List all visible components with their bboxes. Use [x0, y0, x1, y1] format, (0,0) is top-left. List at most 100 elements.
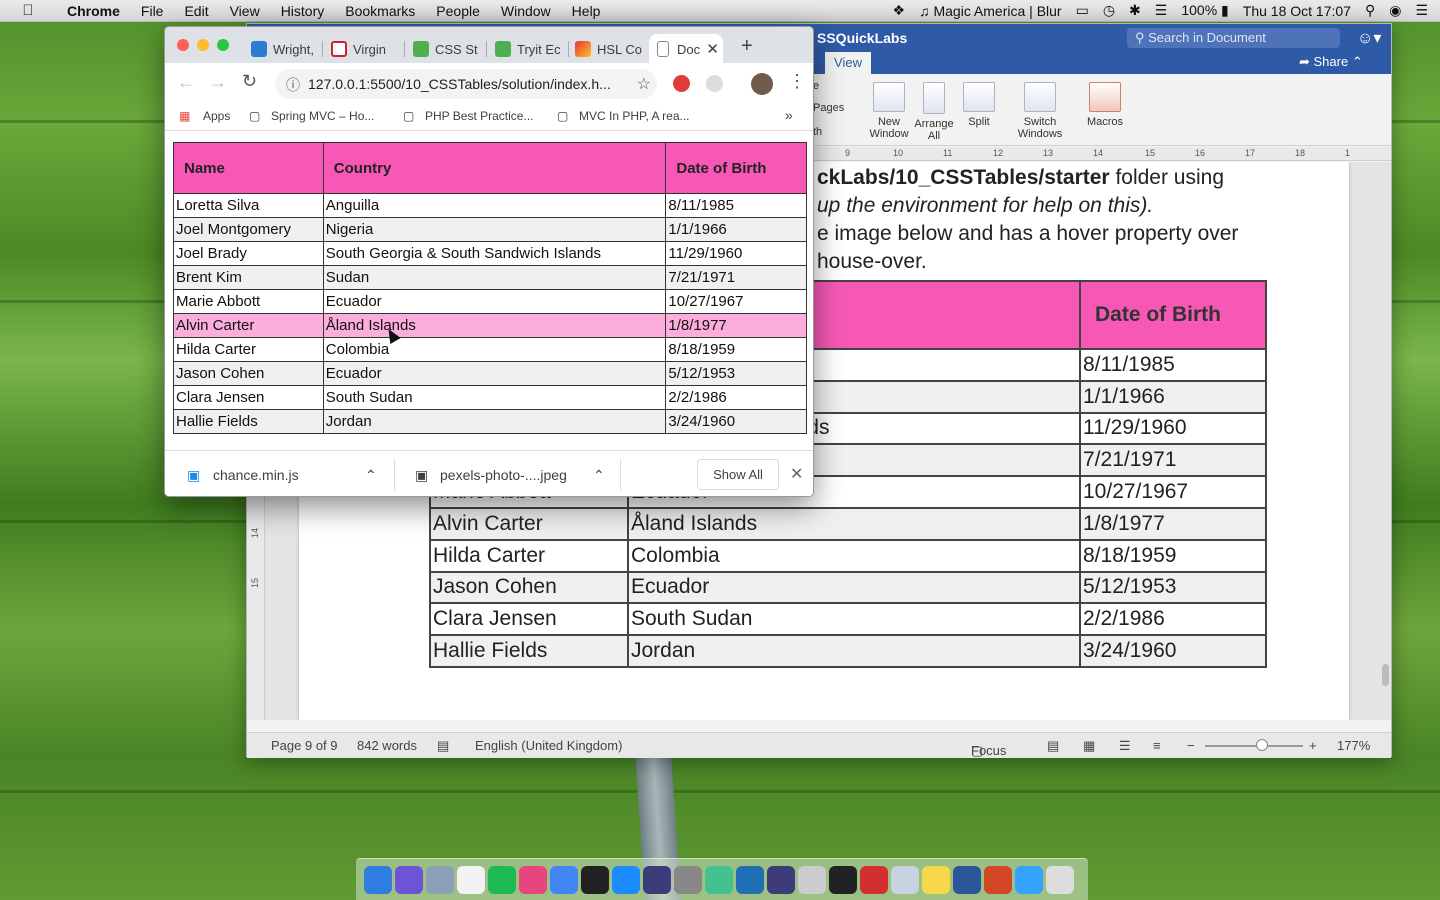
share-button[interactable]: ➦ Share ⌃ [1299, 54, 1363, 70]
table-row[interactable]: Loretta Silva Anguilla 8/11/1985 [173, 193, 807, 218]
system-prefs-icon[interactable] [673, 865, 702, 894]
word-count[interactable]: 842 words [357, 738, 417, 753]
chevron-up-icon[interactable]: ⌃ [593, 467, 605, 484]
reload-button[interactable]: ↻ [242, 71, 257, 92]
menu-bookmarks[interactable]: Bookmarks [334, 3, 425, 19]
extension-icon[interactable] [706, 75, 723, 92]
menu-file[interactable]: File [130, 3, 174, 19]
table-row[interactable]: Hilda Carter Colombia 8/18/1959 [173, 337, 807, 362]
finder-icon[interactable] [363, 865, 392, 894]
chevron-up-icon[interactable]: ⌃ [365, 467, 377, 484]
airplay-icon[interactable]: ▭ [1076, 2, 1089, 19]
bookmark-apps[interactable]: Apps [203, 109, 230, 123]
wifi-icon[interactable]: ☰ [1155, 2, 1168, 19]
bookmark-spring-mvc[interactable]: Spring MVC – Ho... [271, 109, 374, 123]
eclipse-2-icon[interactable] [766, 865, 795, 894]
menu-window[interactable]: Window [490, 3, 561, 19]
language-label[interactable]: English (United Kingdom) [475, 738, 622, 753]
tab-view[interactable]: View [825, 52, 871, 74]
chrome-icon[interactable] [549, 865, 578, 894]
collapse-ribbon-icon[interactable]: ⌃ [1352, 54, 1363, 69]
spotlight-icon[interactable]: ⚲ [1365, 2, 1375, 19]
apps-grid-icon[interactable]: ▦ [179, 109, 190, 123]
smiley-feedback-icon[interactable]: ☺▾ [1357, 28, 1381, 48]
s-app-icon[interactable] [580, 865, 609, 894]
new-tab-button[interactable]: + [741, 35, 753, 58]
itunes-icon[interactable] [518, 865, 547, 894]
close-window-button[interactable] [177, 39, 189, 51]
tab-doc-active[interactable]: Doc ✕ [649, 34, 723, 63]
download-item-pexels[interactable]: pexels-photo-....jpeg [440, 467, 567, 483]
page-count[interactable]: Page 9 of 9 [271, 738, 338, 753]
switch-windows-button[interactable]: Switch Windows [1017, 82, 1063, 140]
bluetooth-icon[interactable]: ✱ [1129, 2, 1141, 19]
profile-avatar[interactable] [751, 73, 773, 95]
ribbon-label-width[interactable]: th [813, 126, 822, 138]
menu-help[interactable]: Help [561, 3, 611, 19]
tab-hsl[interactable]: HSL Co [569, 34, 645, 63]
table-row[interactable]: Clara Jensen South Sudan 2/2/1986 [173, 385, 807, 410]
ribbon-label-pages[interactable]: Pages [813, 102, 844, 114]
minimize-window-button[interactable] [197, 39, 209, 51]
messages-icon[interactable] [1014, 865, 1043, 894]
tab-wright[interactable]: Wright, [245, 34, 317, 63]
menu-app-name[interactable]: Chrome [56, 3, 130, 19]
close-download-shelf-icon[interactable]: ✕ [790, 464, 803, 484]
table-row[interactable]: Joel Montgomery Nigeria 1/1/1966 [173, 217, 807, 242]
acrobat-icon[interactable] [859, 865, 888, 894]
tab-tryit[interactable]: Tryit Ec [489, 34, 563, 63]
back-button[interactable]: ← [177, 72, 195, 93]
powerpoint-icon[interactable] [983, 865, 1012, 894]
close-tab-icon[interactable]: ✕ [706, 40, 719, 58]
stickies-icon[interactable] [921, 865, 950, 894]
zoom-slider[interactable] [1205, 745, 1303, 747]
notification-center-icon[interactable]: ☰ [1415, 2, 1428, 19]
app-store-icon[interactable] [611, 865, 640, 894]
tab-virgin[interactable]: Virgin [325, 34, 399, 63]
table-row[interactable]: Marie Abbott Ecuador 10/27/1967 [173, 289, 807, 314]
table-row[interactable]: Hallie Fields Jordan 3/24/1960 [173, 409, 807, 434]
zoom-window-button[interactable] [217, 39, 229, 51]
web-layout-icon[interactable]: ▦ [1083, 738, 1095, 754]
macros-button[interactable]: Macros [1083, 82, 1127, 128]
zoom-in-button[interactable]: + [1309, 738, 1317, 753]
siri-icon[interactable] [394, 865, 423, 894]
user-avatar-icon[interactable]: ◉ [1389, 2, 1401, 19]
zoom-level[interactable]: 177% [1337, 738, 1370, 753]
bookmark-php-best[interactable]: PHP Best Practice... [425, 109, 534, 123]
show-all-button[interactable]: Show All [697, 459, 779, 490]
proofing-icon[interactable]: ▤ [437, 738, 449, 754]
launchpad-icon[interactable] [425, 865, 454, 894]
settings-icon[interactable] [890, 865, 919, 894]
menu-people[interactable]: People [425, 3, 490, 19]
vscode-icon[interactable] [735, 865, 764, 894]
new-window-button[interactable]: New Window [869, 82, 909, 140]
terminal-icon[interactable] [828, 865, 857, 894]
zoom-out-button[interactable]: − [1187, 738, 1195, 753]
zoom-slider-knob[interactable] [1256, 739, 1268, 751]
table-row[interactable]: Brent Kim Sudan 7/21/1971 [173, 265, 807, 290]
table-row[interactable]: Alvin Carter Åland Islands 1/8/1977 [173, 313, 807, 338]
eclipse-icon[interactable] [642, 865, 671, 894]
dropbox-icon[interactable]: ❖ [893, 2, 906, 19]
adblock-extension-icon[interactable] [673, 75, 690, 92]
download-item-chance[interactable]: chance.min.js [213, 467, 299, 483]
menu-kebab-icon[interactable]: ⋮ [788, 71, 806, 92]
address-bar[interactable]: ⓘ 127.0.0.1:5500/10_CSSTables/solution/i… [275, 69, 657, 99]
word-search-field[interactable]: ⚲ Search in Document [1127, 28, 1340, 48]
now-playing[interactable]: ♫ Magic America | Blur [919, 3, 1062, 19]
menubar-clock[interactable]: Thu 18 Oct 17:07 [1243, 3, 1351, 19]
split-button[interactable]: Split [961, 82, 997, 128]
draft-icon[interactable]: ≡ [1153, 738, 1161, 753]
bookmark-star-icon[interactable]: ☆ [636, 74, 651, 94]
battery-status[interactable]: 100% ▮ [1181, 2, 1228, 19]
info-icon[interactable]: ⓘ [286, 75, 300, 95]
circle-app-icon[interactable] [704, 865, 733, 894]
trash-icon[interactable] [1045, 865, 1074, 894]
table-row[interactable]: Jason Cohen Ecuador 5/12/1953 [173, 361, 807, 386]
bookmark-mvc-php[interactable]: MVC In PHP, A rea... [579, 109, 690, 123]
bookmarks-overflow-icon[interactable]: » [785, 107, 793, 123]
menu-history[interactable]: History [270, 3, 335, 19]
calendar-icon[interactable] [456, 865, 485, 894]
vertical-scrollbar[interactable] [1382, 664, 1389, 686]
